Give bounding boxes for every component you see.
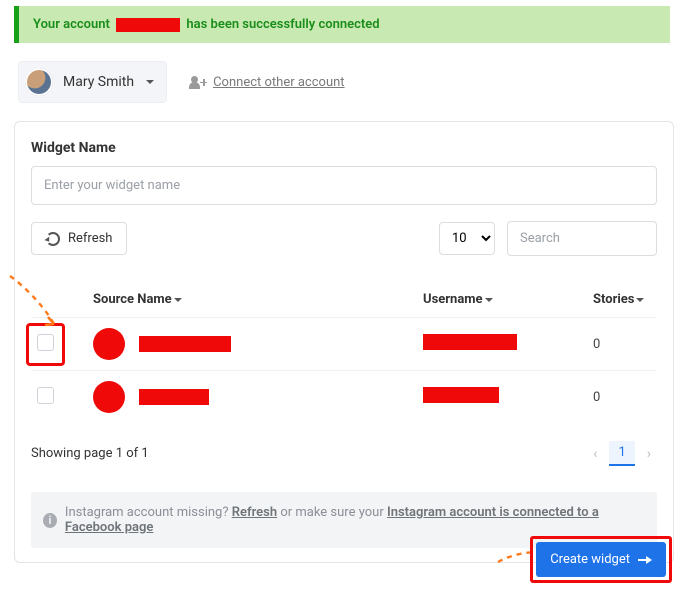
alert-success: Your account has been successfully conne… [14, 6, 670, 43]
info-icon: i [43, 513, 57, 528]
username-redacted [423, 334, 517, 350]
refresh-label: Refresh [68, 231, 112, 246]
alert-text-prefix: Your account [33, 17, 110, 32]
arrow-right-icon [638, 556, 652, 564]
widget-name-input[interactable] [31, 166, 657, 205]
sort-caret-icon [636, 298, 644, 302]
create-widget-highlight: Create widget [530, 536, 672, 583]
source-avatar-redacted [93, 328, 125, 360]
help-text-lead: Instagram account missing? [65, 505, 229, 520]
col-stories[interactable]: Stories [587, 282, 657, 318]
create-widget-button[interactable]: Create widget [536, 542, 666, 577]
table-row: 0 [31, 371, 657, 424]
row-checkbox[interactable] [37, 334, 54, 351]
stories-count: 0 [587, 371, 657, 424]
col-stories-label: Stories [593, 292, 634, 307]
username-redacted [423, 387, 499, 403]
user-name: Mary Smith [63, 74, 134, 90]
pager-next[interactable]: › [641, 442, 657, 466]
pagination-status: Showing page 1 of 1 [31, 446, 149, 461]
refresh-icon [46, 232, 60, 246]
row-checkbox[interactable] [37, 387, 54, 404]
source-avatar-redacted [93, 381, 125, 413]
refresh-button[interactable]: Refresh [31, 222, 127, 255]
col-source-name[interactable]: Source Name [87, 282, 417, 318]
source-name-redacted [139, 389, 209, 405]
pager-page-current[interactable]: 1 [609, 441, 634, 466]
table-row: 0 [31, 318, 657, 371]
search-input[interactable] [507, 221, 657, 256]
help-text-mid: or make sure your [277, 505, 387, 520]
col-username[interactable]: Username [417, 282, 587, 318]
col-source-name-label: Source Name [93, 292, 172, 307]
widget-panel: Widget Name Refresh 10 Source Name [14, 121, 674, 563]
create-widget-label: Create widget [550, 552, 630, 567]
user-plus-icon [189, 76, 205, 89]
stories-count: 0 [587, 318, 657, 371]
col-checkbox [31, 282, 87, 318]
pager-prev[interactable]: ‹ [587, 442, 603, 466]
sort-caret-icon [485, 298, 493, 302]
help-refresh-link[interactable]: Refresh [232, 505, 277, 520]
connect-other-account-link[interactable]: Connect other account [189, 75, 344, 90]
page-size-select[interactable]: 10 [439, 222, 495, 255]
alert-text-suffix: has been successfully connected [186, 17, 379, 32]
caret-down-icon [146, 80, 154, 84]
source-name-redacted [139, 336, 231, 352]
sort-caret-icon [174, 298, 182, 302]
sources-table: Source Name Username Stories [31, 282, 657, 423]
avatar [25, 68, 53, 96]
row-checkbox-highlight [37, 334, 54, 355]
col-username-label: Username [423, 292, 483, 307]
widget-name-label: Widget Name [31, 140, 657, 156]
user-account-dropdown[interactable]: Mary Smith [18, 61, 167, 103]
connect-other-account-label: Connect other account [213, 75, 344, 90]
redacted-account-name [116, 18, 180, 32]
pagination: ‹ 1 › [587, 441, 657, 466]
